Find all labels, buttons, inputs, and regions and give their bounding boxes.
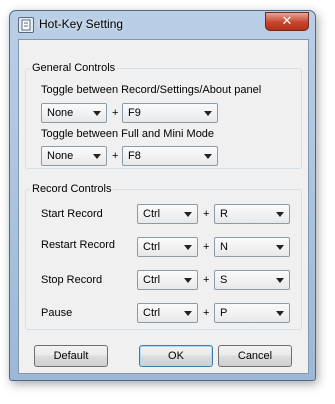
default-button[interactable]: Default [34, 345, 108, 367]
pause-label: Pause [41, 307, 73, 319]
plus-sign: + [112, 107, 119, 119]
select-value: F9 [128, 107, 141, 119]
restart-record-key-select[interactable]: N [214, 237, 290, 257]
pause-key-select[interactable]: P [214, 303, 290, 323]
stop-record-key-select[interactable]: S [214, 270, 290, 290]
chevron-down-icon [204, 154, 212, 159]
chevron-down-icon [184, 245, 192, 250]
plus-sign: + [203, 307, 210, 319]
stop-record-modifier-select[interactable]: Ctrl [137, 270, 198, 290]
select-value: P [220, 307, 228, 319]
restart-record-modifier-select[interactable]: Ctrl [137, 237, 198, 257]
chevron-down-icon [184, 278, 192, 283]
app-icon [18, 17, 34, 33]
select-value: Ctrl [143, 208, 161, 220]
chevron-down-icon [276, 245, 284, 250]
ok-button[interactable]: OK [139, 345, 213, 367]
pause-modifier-select[interactable]: Ctrl [137, 303, 198, 323]
plus-sign: + [203, 274, 210, 286]
close-icon: ✕ [281, 13, 293, 28]
start-record-label: Start Record [41, 208, 103, 220]
toggle-panel-modifier-select[interactable]: None [41, 103, 107, 123]
chevron-down-icon [93, 111, 101, 116]
select-value: N [220, 241, 228, 253]
select-value: F8 [128, 150, 141, 162]
select-value: Ctrl [143, 241, 161, 253]
plus-sign: + [112, 150, 119, 162]
general-controls-legend: General Controls [32, 62, 116, 74]
toggle-mode-label: Toggle between Full and Mini Mode [41, 128, 215, 140]
title-bar[interactable]: Hot-Key Setting ✕ [10, 11, 315, 37]
select-value: R [220, 208, 228, 220]
plus-sign: + [203, 208, 210, 220]
toggle-mode-modifier-select[interactable]: None [41, 146, 107, 166]
chevron-down-icon [184, 212, 192, 217]
chevron-down-icon [204, 111, 212, 116]
chevron-down-icon [93, 154, 101, 159]
toggle-panel-label: Toggle between Record/Settings/About pan… [41, 84, 262, 96]
chevron-down-icon [184, 311, 192, 316]
start-record-modifier-select[interactable]: Ctrl [137, 204, 198, 224]
select-value: S [220, 274, 228, 286]
chevron-down-icon [276, 278, 284, 283]
restart-record-label: Restart Record [41, 239, 115, 251]
dialog-body: General Controls Toggle between Record/S… [18, 39, 309, 374]
hotkey-setting-window: Hot-Key Setting ✕ General Controls Toggl… [9, 10, 316, 381]
toggle-mode-key-select[interactable]: F8 [122, 146, 218, 166]
toggle-panel-key-select[interactable]: F9 [122, 103, 218, 123]
chevron-down-icon [276, 311, 284, 316]
window-title: Hot-Key Setting [39, 17, 124, 31]
select-value: Ctrl [143, 274, 161, 286]
plus-sign: + [203, 241, 210, 253]
close-button[interactable]: ✕ [265, 12, 309, 31]
chevron-down-icon [276, 212, 284, 217]
select-value: None [47, 107, 74, 119]
select-value: Ctrl [143, 307, 161, 319]
record-controls-legend: Record Controls [32, 183, 112, 195]
stop-record-label: Stop Record [41, 274, 103, 286]
start-record-key-select[interactable]: R [214, 204, 290, 224]
select-value: None [47, 150, 74, 162]
cancel-button[interactable]: Cancel [218, 345, 292, 367]
